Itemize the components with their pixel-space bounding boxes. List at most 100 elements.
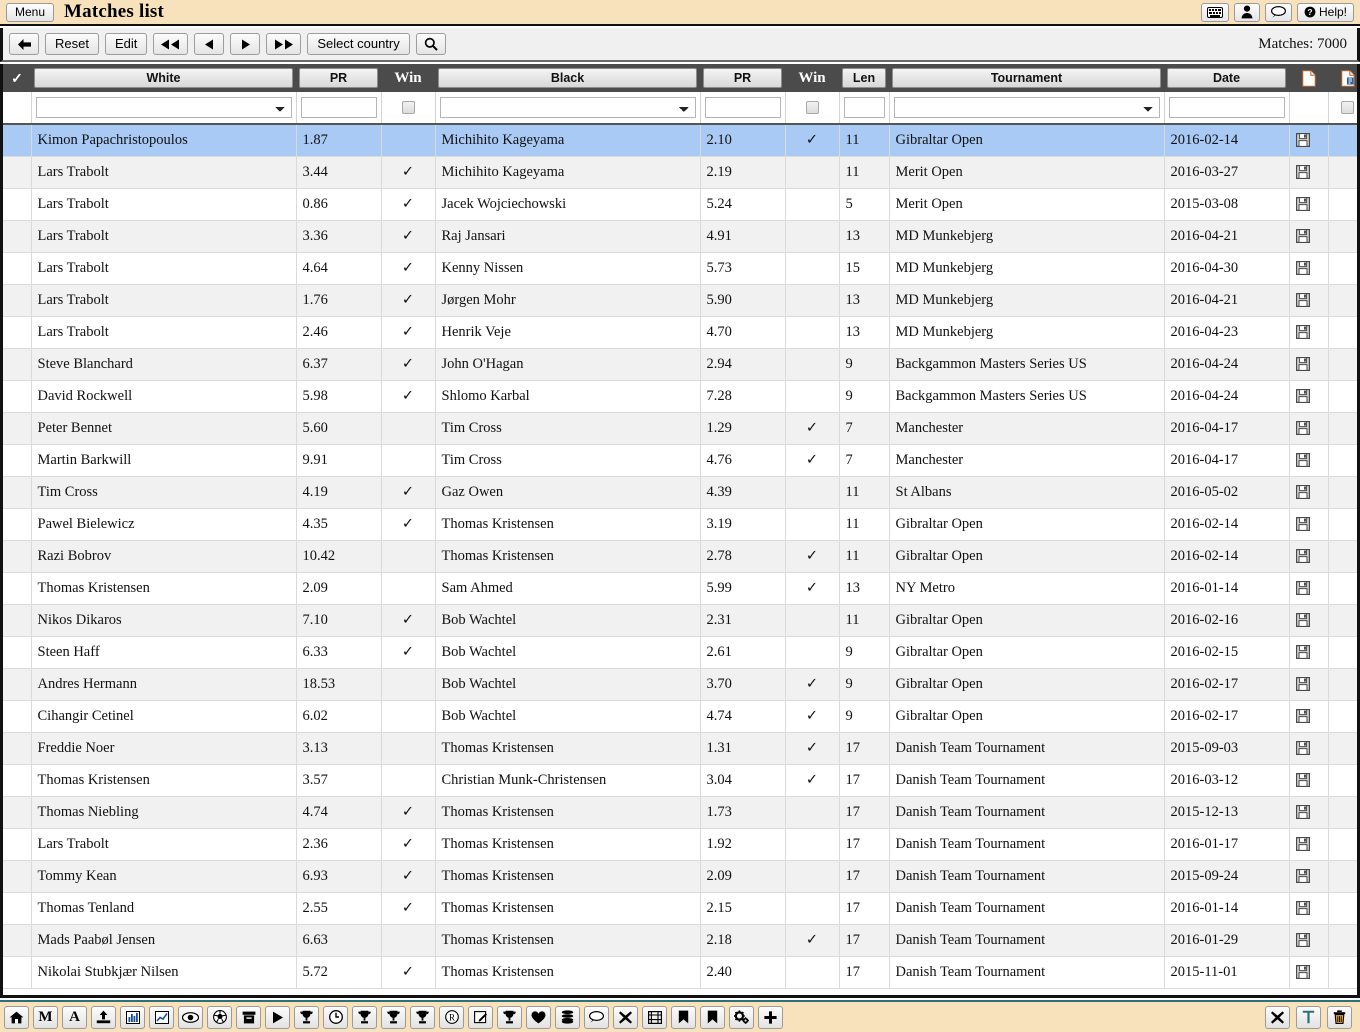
filter-win2-checkbox[interactable]	[805, 101, 819, 114]
row-checkbox-cell[interactable]	[3, 380, 32, 413]
filter-win1-checkbox[interactable]	[401, 101, 415, 114]
header-tournament[interactable]: Tournament	[889, 64, 1164, 92]
table-row[interactable]: Tim Cross 4.19 ✓ Gaz Owen 4.39 11 St Albans 201…	[3, 476, 1357, 509]
cell-save-icon[interactable]	[1289, 892, 1329, 925]
trash-icon[interactable]	[1327, 1005, 1352, 1029]
filter-last-checkbox[interactable]	[1341, 101, 1355, 114]
row-checkbox-cell[interactable]	[3, 444, 32, 477]
cell-save-icon[interactable]	[1289, 380, 1329, 413]
bookmark-icon-2[interactable]	[700, 1005, 725, 1029]
floppy-disk-icon[interactable]	[1295, 549, 1322, 563]
cell-save-icon[interactable]	[1289, 732, 1329, 765]
cell-save-icon[interactable]	[1289, 188, 1329, 221]
filter-len-cell[interactable]	[839, 92, 890, 125]
row-checkbox-cell[interactable]	[3, 156, 32, 189]
header-check[interactable]: ✓	[3, 64, 31, 92]
filter-pr1-input[interactable]	[300, 97, 377, 118]
table-row[interactable]: Tommy Kean 6.93 ✓ Thomas Kristensen 2.09 17 Da…	[3, 860, 1357, 893]
filter-black-select[interactable]	[439, 97, 696, 118]
cell-save-icon[interactable]	[1289, 796, 1329, 829]
page-icon[interactable]	[1292, 70, 1325, 87]
floppy-disk-icon[interactable]	[1295, 325, 1322, 339]
filter-black-cell[interactable]	[435, 92, 701, 125]
table-row[interactable]: Pawel Bielewicz 4.35 ✓ Thomas Kristensen 3.1…	[3, 508, 1357, 541]
keyboard-icon[interactable]	[1200, 2, 1229, 22]
row-checkbox-cell[interactable]	[3, 348, 32, 381]
bar-chart-icon[interactable]	[120, 1005, 145, 1029]
filter-tournament-cell[interactable]	[889, 92, 1165, 125]
close-x-icon[interactable]	[613, 1005, 638, 1029]
table-row[interactable]: Peter Bennet 5.60 Tim Cross 1.29 ✓ 7 Mancheste…	[3, 412, 1357, 445]
header-pr-white[interactable]: PR	[296, 64, 381, 92]
floppy-disk-icon[interactable]	[1295, 869, 1322, 883]
cell-save-icon[interactable]	[1289, 220, 1329, 253]
filter-white-cell[interactable]	[31, 92, 297, 125]
table-row[interactable]: Kimon Papachristopoulos 1.87 Michihito Kag…	[3, 124, 1357, 157]
row-checkbox-cell[interactable]	[3, 508, 32, 541]
floppy-disk-icon[interactable]	[1295, 261, 1322, 275]
filter-win1-cell[interactable]	[381, 92, 436, 125]
row-checkbox-cell[interactable]	[3, 124, 32, 157]
table-row[interactable]: Steve Blanchard 6.37 ✓ John O'Hagan 2.94 9 Bac…	[3, 348, 1357, 381]
next-page-button[interactable]	[230, 33, 261, 55]
upload-icon[interactable]	[91, 1005, 116, 1029]
table-row[interactable]: Lars Trabolt 1.76 ✓ Jørgen Mohr 5.90 13 MD Mun…	[3, 284, 1357, 317]
row-checkbox-cell[interactable]	[3, 700, 32, 733]
cell-save-icon[interactable]	[1289, 252, 1329, 285]
clock-icon[interactable]	[323, 1005, 348, 1029]
filter-pr2-input[interactable]	[704, 97, 781, 118]
plus-icon[interactable]	[758, 1005, 783, 1029]
edit-note-icon[interactable]	[468, 1005, 493, 1029]
registered-icon[interactable]: R	[439, 1005, 464, 1029]
table-row[interactable]: Freddie Noer 3.13 Thomas Kristensen 1.31 ✓ 17…	[3, 732, 1357, 765]
cell-save-icon[interactable]	[1289, 572, 1329, 605]
home-icon[interactable]	[4, 1005, 29, 1029]
floppy-disk-icon[interactable]	[1295, 197, 1322, 211]
floppy-disk-icon[interactable]	[1295, 485, 1322, 499]
header-black[interactable]: Black	[435, 64, 700, 92]
edit-button[interactable]: Edit	[104, 33, 148, 55]
floppy-disk-icon[interactable]	[1295, 133, 1322, 148]
sort-pr1-button[interactable]: PR	[299, 68, 378, 88]
archive-box-icon[interactable]	[236, 1005, 261, 1029]
cell-save-icon[interactable]	[1289, 668, 1329, 701]
floppy-disk-icon[interactable]	[1295, 709, 1322, 723]
table-row[interactable]: Nikos Dikaros 7.10 ✓ Bob Wachtel 2.31 11 Gibra…	[3, 604, 1357, 637]
row-checkbox-cell[interactable]	[3, 412, 32, 445]
floppy-disk-icon[interactable]	[1295, 741, 1322, 755]
floppy-disk-icon[interactable]	[1295, 773, 1322, 787]
table-row[interactable]: David Rockwell 5.98 ✓ Shlomo Karbal 7.28 9 Bac…	[3, 380, 1357, 413]
row-checkbox-cell[interactable]	[3, 668, 32, 701]
table-row[interactable]: Andres Hermann 18.53 Bob Wachtel 3.70 ✓ 9 Gibr…	[3, 668, 1357, 701]
filter-pr1-cell[interactable]	[296, 92, 382, 125]
table-row[interactable]: Thomas Kristensen 3.57 Christian Munk-Chri…	[3, 764, 1357, 797]
row-checkbox-cell[interactable]	[3, 636, 32, 669]
table-row[interactable]: Mads Paabøl Jensen 6.63 Thomas Kristensen 2…	[3, 924, 1357, 957]
table-row[interactable]: Lars Trabolt 3.36 ✓ Raj Jansari 4.91 13 MD Mun…	[3, 220, 1357, 253]
row-checkbox-cell[interactable]	[3, 732, 32, 765]
table-row[interactable]: Razi Bobrov 10.42 Thomas Kristensen 2.78 ✓ 11…	[3, 540, 1357, 573]
cell-save-icon[interactable]	[1289, 444, 1329, 477]
row-checkbox-cell[interactable]	[3, 604, 32, 637]
table-row[interactable]: Lars Trabolt 4.64 ✓ Kenny Nissen 5.73 15 MD Mu…	[3, 252, 1357, 285]
cell-save-icon[interactable]	[1289, 604, 1329, 637]
table-row[interactable]: Thomas Niebling 4.74 ✓ Thomas Kristensen 1.7…	[3, 796, 1357, 829]
header-len[interactable]: Len	[839, 64, 889, 92]
cell-save-icon[interactable]	[1289, 636, 1329, 669]
cell-save-icon[interactable]	[1289, 412, 1329, 445]
row-checkbox-cell[interactable]	[3, 764, 32, 797]
header-date[interactable]: Date	[1164, 64, 1289, 92]
table-row[interactable]: Martin Barkwill 9.91 Tim Cross 4.76 ✓ 7 Manche…	[3, 444, 1357, 477]
filter-white-select[interactable]	[35, 97, 292, 118]
first-page-button[interactable]	[153, 33, 189, 55]
eye-icon[interactable]	[178, 1005, 203, 1029]
database-icon[interactable]	[555, 1005, 580, 1029]
floppy-disk-icon[interactable]	[1295, 933, 1322, 947]
floppy-disk-icon[interactable]	[1295, 293, 1322, 307]
floppy-disk-icon[interactable]	[1295, 453, 1322, 467]
page-export-icon[interactable]	[1331, 70, 1357, 87]
header-page-export-icon[interactable]	[1328, 64, 1357, 92]
row-checkbox-cell[interactable]	[3, 476, 32, 509]
trophy-icon-5[interactable]	[497, 1005, 522, 1029]
settings-gears-icon[interactable]	[729, 1005, 754, 1029]
